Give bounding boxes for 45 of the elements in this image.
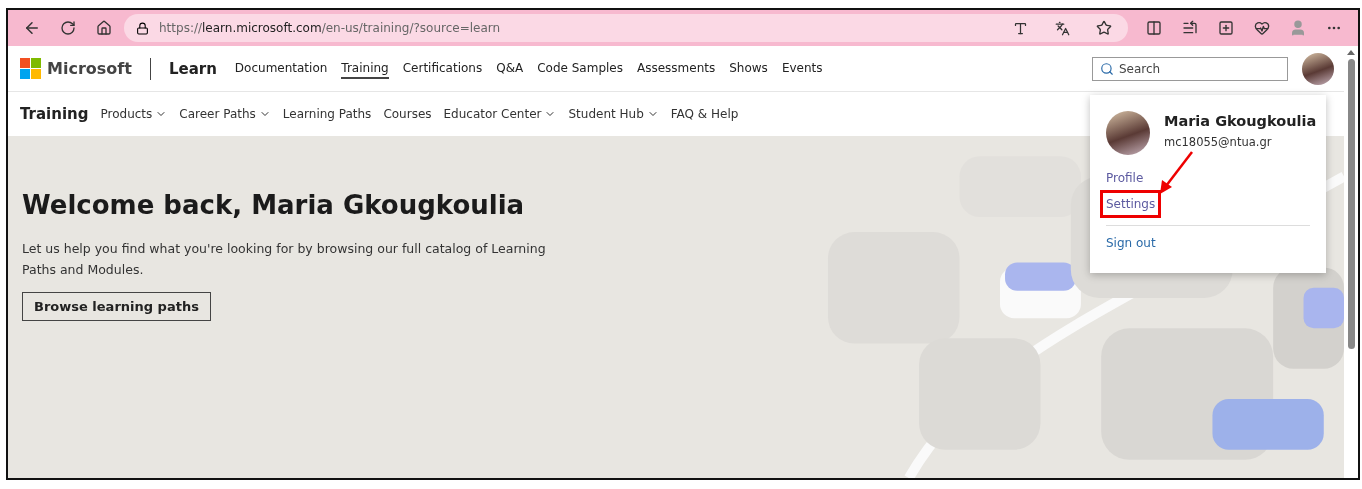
nav-link[interactable]: Shows [729,58,768,79]
avatar-image [1106,111,1150,155]
welcome-heading: Welcome back, Maria Gkougkoulia [22,190,525,220]
read-aloud-icon [1012,20,1028,36]
subnav-link[interactable]: Products [100,107,168,121]
search-field[interactable]: Search [1092,56,1288,81]
split-screen-icon [1146,20,1162,36]
heart-pulse-icon [1254,20,1270,36]
nav-link[interactable]: Training [341,58,389,79]
subnav-link[interactable]: Educator Center [443,107,557,121]
nav-link[interactable]: Q&A [496,58,524,79]
nav-link[interactable]: Documentation [234,58,328,79]
section-title[interactable]: Training [20,105,89,123]
sign-out-link[interactable]: Sign out [1106,236,1156,250]
address-bar[interactable]: https://learn.microsoft.com/en-us/training/?source=learn [124,14,1128,42]
avatar-image[interactable] [1302,52,1334,85]
nav-link[interactable]: Certifications [402,58,483,79]
menu-link[interactable]: Settings [1103,193,1159,215]
subnav-link[interactable]: Student Hub [568,107,659,121]
refresh-icon [60,20,76,36]
subnav-link[interactable]: Career Paths [179,107,271,121]
menu-link[interactable]: Profile [1103,167,1147,189]
nav-link[interactable]: Assessments [637,58,716,79]
subnav-link[interactable]: Learning Paths [282,107,372,121]
annotation-arrow [1158,150,1194,196]
subnav-link[interactable]: Courses [383,107,432,121]
lock-icon [136,21,149,35]
url-text: https://learn.microsoft.com/en-us/training/?source=learn [159,21,502,35]
translate-icon [1054,20,1070,36]
user-email: mc18055@ntua.gr [1164,135,1273,149]
user-icon [1289,19,1307,37]
search-icon [1100,61,1114,76]
home-icon [96,20,112,36]
subnav-link[interactable]: FAQ & Help [670,107,739,121]
nav-link[interactable]: Events [781,58,823,79]
star-icon [1096,20,1112,36]
product-name[interactable]: Learn [168,59,217,78]
brand-name[interactable]: Microsoft [47,59,132,78]
nav-link[interactable]: Code Samples [537,58,623,79]
browse-button[interactable]: Browse learning paths [22,292,211,321]
logo-icon[interactable] [20,58,41,79]
intro-text: Let us help you find what you're looking for by browsing our full catalog of Learning Paths and Modules. [22,240,547,279]
favorites-icon [1182,20,1198,36]
user-name: Maria Gkougkoulia [1164,113,1317,129]
collections-icon [1218,20,1234,36]
